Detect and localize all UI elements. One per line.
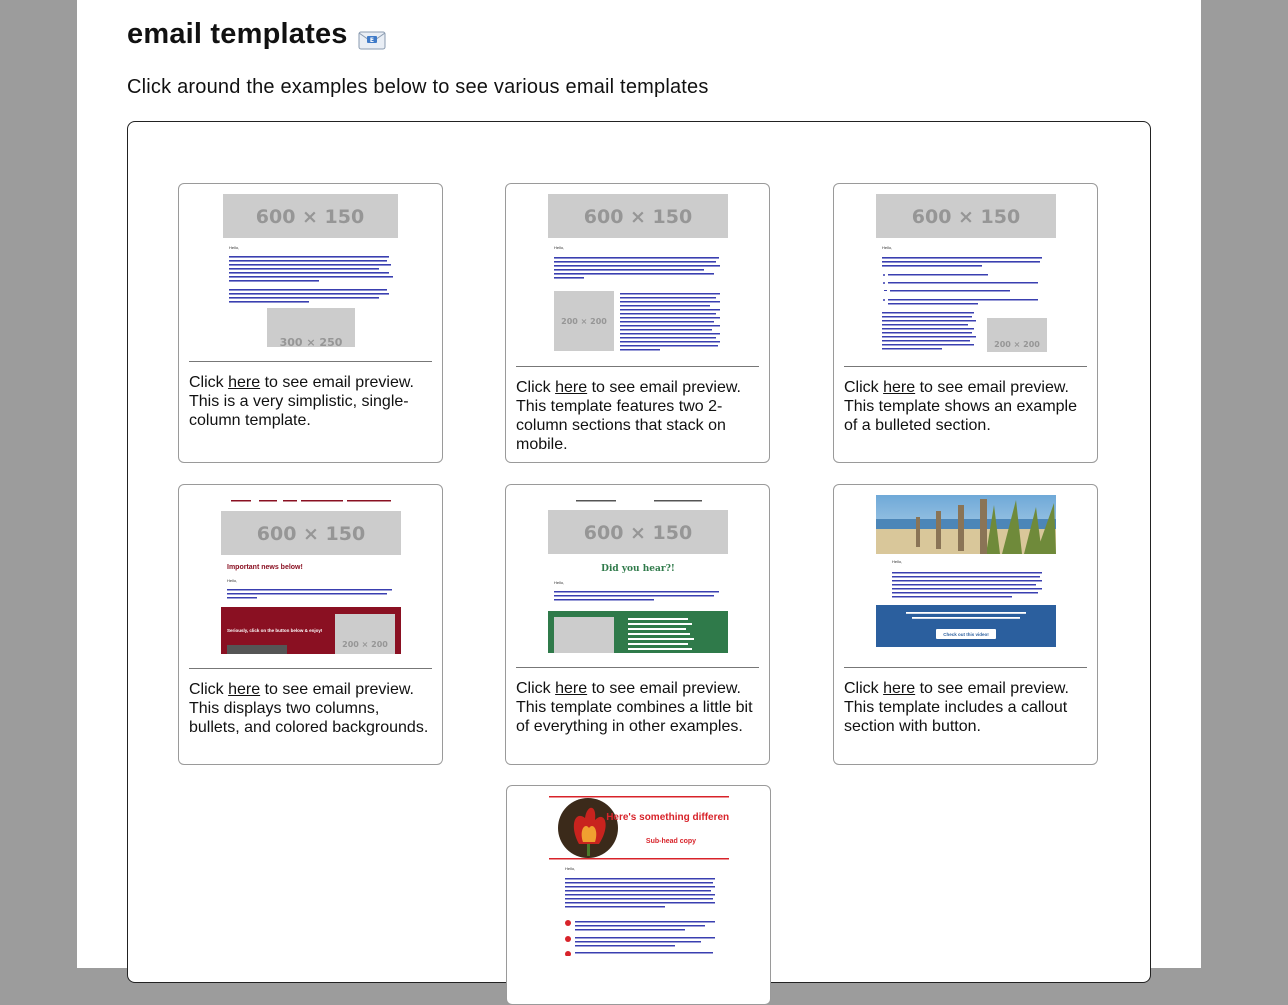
- preview-link[interactable]: here: [228, 374, 260, 391]
- callout-button-label: Check out this video!: [943, 632, 989, 637]
- svg-text:E: E: [369, 37, 373, 44]
- desc-prefix: Click: [844, 680, 884, 697]
- thumb-greeting: Hello,: [882, 245, 892, 250]
- banner-placeholder-label: 600 × 150: [256, 206, 364, 228]
- card-divider: [516, 667, 759, 668]
- block-placeholder-label: 200 × 200: [994, 340, 1040, 349]
- page-title: email templates E: [127, 18, 386, 51]
- card-description: Click here to see email preview. This te…: [844, 378, 1089, 435]
- template-thumbnail[interactable]: 600 × 150 Hello, 200 × 200: [834, 194, 1097, 352]
- thumb-greeting: Hello,: [554, 580, 564, 585]
- template-card-two-column[interactable]: 600 × 150 Hello, 200 × 200 Click here to…: [505, 183, 770, 463]
- template-card-colored-backgrounds[interactable]: 600 × 150 Important news below! Hello, S…: [178, 484, 443, 765]
- page-subtitle: Click around the examples below to see v…: [127, 76, 709, 98]
- card-divider: [844, 366, 1087, 367]
- card-divider: [189, 668, 432, 669]
- preview-link[interactable]: here: [555, 379, 587, 396]
- desc-prefix: Click: [844, 379, 884, 396]
- desc-prefix: Click: [516, 680, 556, 697]
- desc-prefix: Click: [516, 379, 556, 396]
- card-description: Click here to see email preview. This is…: [189, 373, 434, 430]
- block-placeholder-label: 300 × 250: [280, 336, 343, 347]
- thumb-headline: Important news below!: [227, 564, 303, 571]
- banner-placeholder-label: 600 × 150: [256, 523, 364, 545]
- card-description: Click here to see email preview. This te…: [516, 679, 761, 736]
- template-card-single-column[interactable]: 600 × 150 Hello, 300 × 250 Click here to…: [178, 183, 443, 463]
- banner-placeholder-label: 600 × 150: [583, 522, 691, 544]
- desc-prefix: Click: [189, 681, 229, 698]
- card-divider: [189, 361, 432, 362]
- thumb-greeting: Hello,: [229, 245, 239, 250]
- thumb-greeting: Hello,: [565, 866, 575, 871]
- page: email templates E Click around the examp…: [77, 0, 1201, 1005]
- preview-link[interactable]: here: [883, 680, 915, 697]
- template-thumbnail[interactable]: 600 × 150 Important news below! Hello, S…: [179, 495, 442, 654]
- desc-prefix: Click: [189, 374, 229, 391]
- block-placeholder-label: 200 × 200: [561, 317, 607, 326]
- template-thumbnail[interactable]: Here's something different! Sub-head cop…: [507, 796, 770, 956]
- preview-link[interactable]: here: [555, 680, 587, 697]
- template-card-combined[interactable]: 600 × 150 Did you hear?! Hello, Click he…: [505, 484, 770, 765]
- thumb-headline: Here's something different!: [606, 812, 729, 823]
- block-placeholder-label: 200 × 200: [342, 640, 388, 649]
- template-thumbnail[interactable]: 600 × 150 Hello, 300 × 250: [179, 194, 442, 347]
- thumb-greeting: Hello,: [554, 245, 564, 250]
- template-card-something-different[interactable]: Here's something different! Sub-head cop…: [506, 785, 771, 1005]
- banner-placeholder-label: 600 × 150: [911, 206, 1019, 228]
- banner-placeholder-label: 600 × 150: [583, 206, 691, 228]
- card-divider: [844, 667, 1087, 668]
- envelope-icon: E: [358, 25, 386, 49]
- preview-link[interactable]: here: [228, 681, 260, 698]
- thumb-callout: Seriously, click on the button below & e…: [227, 628, 323, 633]
- template-card-callout-button[interactable]: Hello, Check out this video! Click here …: [833, 484, 1098, 765]
- thumb-greeting: Hello,: [227, 578, 237, 583]
- card-description: Click here to see email preview. This te…: [516, 378, 761, 454]
- preview-link[interactable]: here: [883, 379, 915, 396]
- template-thumbnail[interactable]: 600 × 150 Did you hear?! Hello,: [506, 495, 769, 653]
- template-thumbnail[interactable]: 600 × 150 Hello, 200 × 200: [506, 194, 769, 352]
- card-divider: [516, 366, 759, 367]
- card-description: Click here to see email preview. This di…: [189, 680, 434, 737]
- template-card-bulleted[interactable]: 600 × 150 Hello, 200 × 200 Click here to…: [833, 183, 1098, 463]
- templates-frame: 600 × 150 Hello, 300 × 250 Click here to…: [127, 121, 1151, 1005]
- card-description: Click here to see email preview. This te…: [844, 679, 1089, 736]
- thumb-subhead: Sub-head copy: [645, 838, 695, 845]
- thumb-greeting: Hello,: [892, 559, 902, 564]
- thumb-headline: Did you hear?!: [601, 564, 675, 574]
- template-thumbnail[interactable]: Hello, Check out this video!: [834, 495, 1097, 647]
- page-title-text: email templates: [127, 18, 348, 50]
